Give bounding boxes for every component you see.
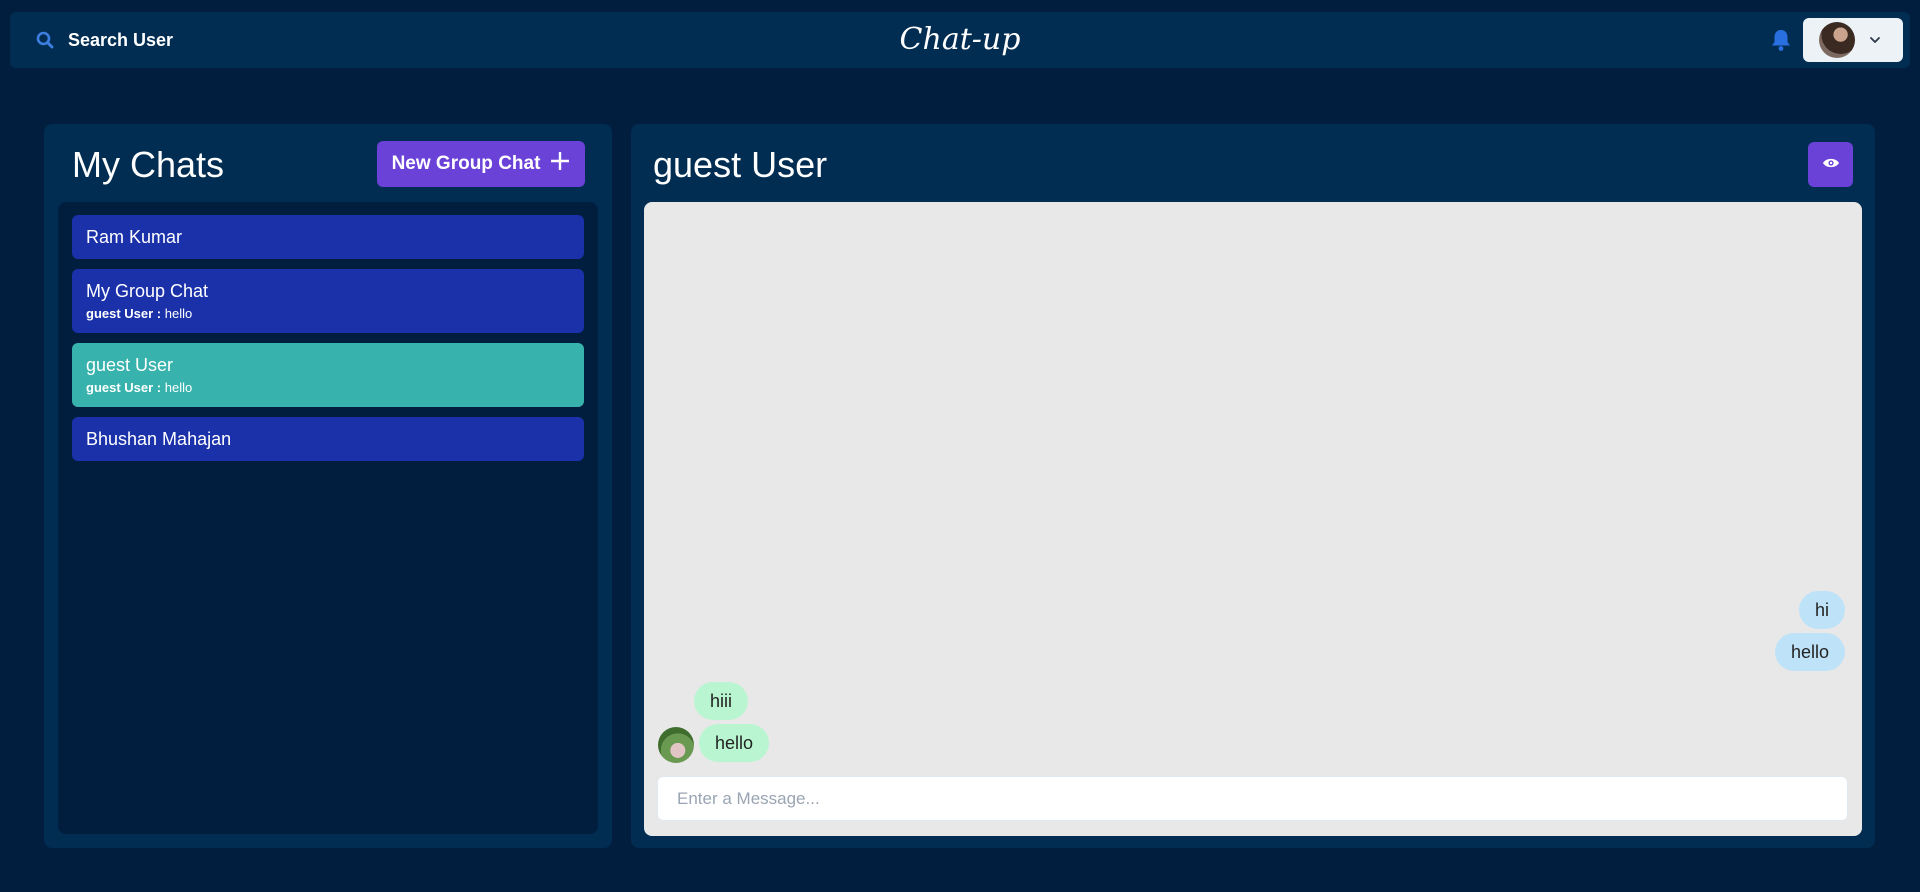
avatar	[1819, 22, 1855, 58]
latest-message-sender: guest User :	[86, 306, 162, 321]
search-icon	[36, 31, 54, 49]
latest-message-text: hello	[164, 380, 193, 395]
bell-icon[interactable]	[1770, 28, 1794, 54]
chevron-down-icon	[1869, 31, 1881, 49]
chat-name: Bhushan Mahajan	[86, 429, 232, 449]
chat-item-bhushan-mahajan[interactable]: Bhushan Mahajan	[72, 417, 584, 461]
chat-item-my-group-chat[interactable]: My Group Chat guest User : hello	[72, 269, 584, 333]
app-title: Chat-up	[899, 22, 1021, 57]
message-bubble-received: hello	[699, 724, 770, 762]
profile-menu-button[interactable]	[1803, 18, 1903, 62]
latest-message-text: hello	[164, 306, 193, 321]
chat-item-ram-kumar[interactable]: Ram Kumar	[72, 215, 584, 259]
search-user-button[interactable]: Search User	[36, 24, 173, 56]
top-bar: Search User Chat-up	[10, 12, 1910, 68]
chat-list: Ram Kumar My Group Chat guest User : hel…	[58, 202, 598, 834]
message-input[interactable]	[657, 776, 1848, 821]
chat-name: guest User	[86, 355, 174, 375]
my-chats-panel: My Chats New Group Chat Ram Kumar My Gro…	[44, 124, 612, 848]
latest-message: guest User : hello	[86, 380, 570, 395]
chat-title: guest User	[653, 144, 828, 185]
plus-icon	[550, 151, 570, 177]
chat-window: guest User hi hello hiii hello	[631, 124, 1875, 848]
new-group-chat-label: New Group Chat	[391, 153, 541, 174]
message-bubble-sent: hi	[1799, 591, 1846, 629]
eye-icon	[1822, 156, 1840, 174]
message-bubble-received: hiii	[694, 682, 749, 720]
chat-name: My Group Chat	[86, 281, 209, 301]
message-bubble-sent: hello	[1775, 633, 1846, 671]
chat-name: Ram Kumar	[86, 227, 183, 247]
my-chats-title: My Chats	[72, 144, 225, 185]
search-user-label: Search User	[68, 29, 174, 50]
message-area: hi hello hiii hello	[644, 202, 1862, 836]
chat-item-guest-user[interactable]: guest User guest User : hello	[72, 343, 584, 407]
view-profile-button[interactable]	[1808, 142, 1853, 187]
new-group-chat-button[interactable]: New Group Chat	[377, 141, 585, 187]
sender-avatar	[658, 727, 694, 763]
latest-message: guest User : hello	[86, 306, 570, 321]
latest-message-sender: guest User :	[86, 380, 162, 395]
